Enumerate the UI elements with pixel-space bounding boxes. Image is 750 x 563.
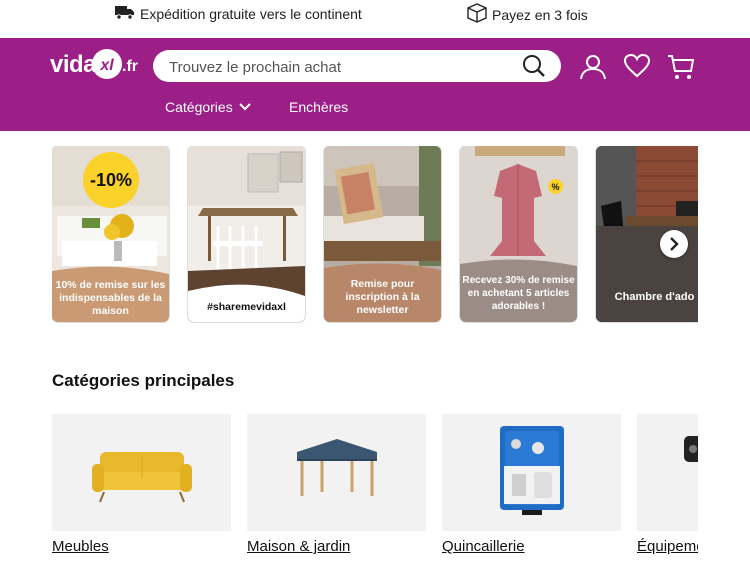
shipping-text: Expédition gratuite vers le continent <box>140 5 362 22</box>
payment-info: Payez en 3 fois <box>466 3 588 26</box>
search-icon[interactable] <box>521 54 547 83</box>
category-image <box>637 414 698 531</box>
promo-label: Recevez 30% de remise en achetant 5 arti… <box>462 274 575 312</box>
promo-card[interactable]: #sharemevidaxl <box>188 146 305 322</box>
search-bar[interactable] <box>153 50 561 84</box>
cart-icon[interactable] <box>666 52 696 87</box>
nav-categories[interactable]: Catégories <box>165 99 251 115</box>
box-icon <box>466 3 492 26</box>
carousel-next-button[interactable] <box>660 230 688 258</box>
category-item[interactable]: Maison & jardin <box>247 414 426 555</box>
top-info-bar: Expédition gratuite vers le continent Pa… <box>0 0 750 38</box>
vidaxl-logo[interactable]: vida xl .fr <box>50 48 142 82</box>
truck-icon <box>114 3 140 24</box>
category-item[interactable]: Meubles <box>52 414 231 555</box>
promo-label: 10% de remise sur les indispensables de … <box>55 278 166 317</box>
nav-auctions[interactable]: Enchères <box>289 99 348 115</box>
svg-text:xl: xl <box>99 57 114 74</box>
category-label[interactable]: Quincaillerie <box>442 538 621 555</box>
category-image <box>247 414 426 531</box>
category-image <box>442 414 621 531</box>
discount-badge: -10% <box>83 152 139 208</box>
heart-icon[interactable] <box>623 52 651 85</box>
category-item[interactable]: Quincaillerie <box>442 414 621 555</box>
category-image <box>52 414 231 531</box>
promo-card[interactable]: -10% 10% de remise sur les indispensable… <box>52 146 169 322</box>
promo-label: Remise pour inscription à la newsletter <box>345 277 420 316</box>
promo-label: Chambre d'ado <box>614 290 695 303</box>
search-input[interactable] <box>167 50 511 84</box>
equipment-image <box>684 436 698 462</box>
category-label[interactable]: Meubles <box>52 538 231 555</box>
category-item[interactable]: Équipement <box>637 414 698 555</box>
payment-text: Payez en 3 fois <box>492 6 588 23</box>
promo-card[interactable]: % Recevez 30% de remise en achetant 5 ar… <box>460 146 577 322</box>
percent-badge: % <box>548 179 563 194</box>
section-title: Catégories principales <box>52 371 235 390</box>
promo-carousel: -10% 10% de remise sur les indispensable… <box>52 146 698 323</box>
site-header: vida xl .fr Catégories Enchères <box>0 38 750 131</box>
promo-label: #sharemevidaxl <box>207 301 286 313</box>
sofa-image <box>92 452 192 503</box>
category-label[interactable]: Maison & jardin <box>247 538 426 555</box>
user-icon[interactable] <box>578 52 608 87</box>
shipping-info: Expédition gratuite vers le continent <box>114 3 362 24</box>
xl-logo-mark: xl <box>92 49 122 79</box>
promo-card[interactable]: Remise pour inscription à la newsletter <box>324 146 441 322</box>
toolcase-image <box>500 426 564 515</box>
gazebo-image <box>297 439 377 496</box>
chevron-down-icon <box>238 103 251 111</box>
category-list: Meubles Maison & jardin Quincaillerie Éq… <box>52 414 698 563</box>
category-label[interactable]: Équipement <box>637 538 698 555</box>
chevron-right-icon <box>670 237 679 251</box>
